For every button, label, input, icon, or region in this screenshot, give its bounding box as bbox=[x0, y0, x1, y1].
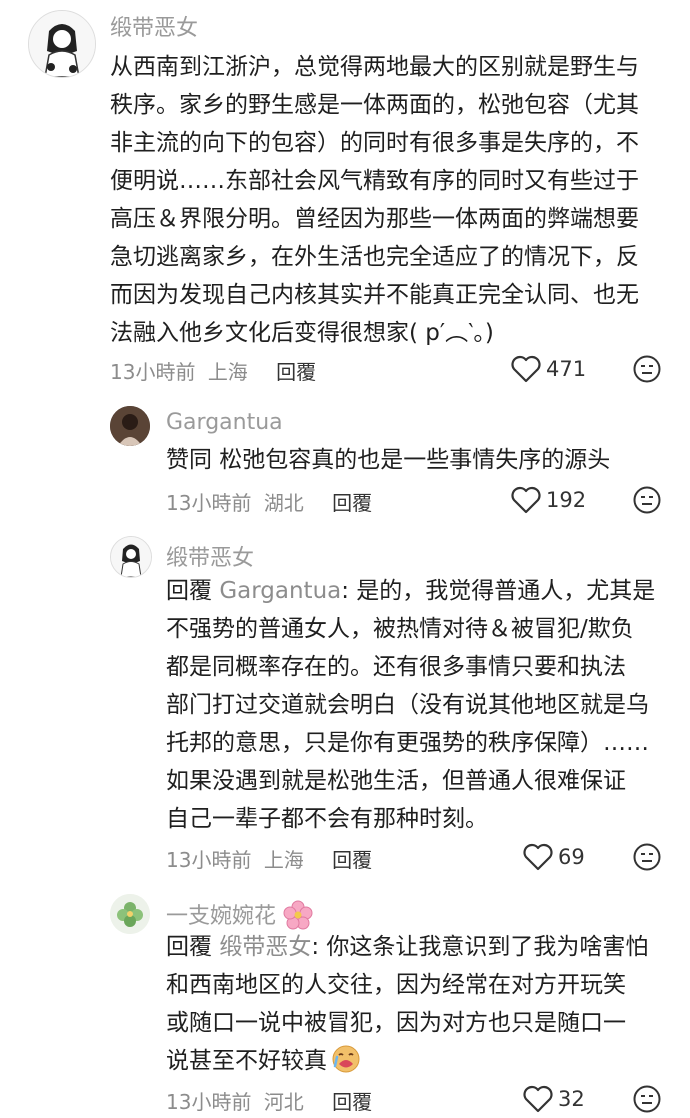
like-button[interactable]: 192 bbox=[510, 485, 586, 515]
location: 上海 bbox=[263, 848, 304, 872]
comment-line: 便明说……东部社会风气精致有序的同时又有些过于 bbox=[110, 168, 639, 194]
timestamp: 13小時前 bbox=[110, 360, 196, 384]
comment-line: 回覆 缎带恶女: 你这条让我意识到了我为啥害怕 bbox=[166, 928, 676, 966]
meh-face-icon bbox=[633, 355, 661, 383]
dislike-button[interactable] bbox=[632, 1084, 662, 1118]
comment-line: 或随口一说中被冒犯，因为对方也只是随口一 bbox=[166, 1010, 626, 1036]
timestamp: 13小時前 bbox=[166, 848, 252, 872]
comment-line: 急切逃离家乡，在外生活也完全适应了的情况下，反 bbox=[110, 244, 639, 270]
heart-icon bbox=[511, 486, 541, 514]
username[interactable]: 缎带恶女 bbox=[110, 10, 198, 42]
comment-line: 法融入他乡文化后变得很想家( p′︵‵。) bbox=[110, 320, 494, 346]
comment-line: 非主流的向下的包容）的同时有很多事是失序的，不 bbox=[110, 130, 639, 156]
like-count: 69 bbox=[558, 845, 585, 869]
avatar[interactable] bbox=[110, 406, 150, 446]
comment-line: 如果没遇到就是松弛生活，但普通人很难保证 bbox=[166, 768, 626, 794]
username[interactable]: 缎带恶女 bbox=[166, 540, 254, 572]
comment-meta: 13小時前 上海 回覆 bbox=[166, 844, 372, 873]
avatar-image bbox=[29, 11, 95, 77]
comment-line: 赞同 松弛包容真的也是一些事情失序的源头 bbox=[166, 447, 611, 473]
avatar[interactable] bbox=[28, 10, 96, 78]
avatar-image bbox=[110, 406, 150, 446]
avatar[interactable] bbox=[110, 536, 152, 578]
comment-text: 回覆 缎带恶女: 你这条让我意识到了我为啥害怕 和西南地区的人交往，因为经常在对… bbox=[166, 928, 676, 1080]
comment-line: 回覆 Gargantua: 是的，我觉得普通人，尤其是 bbox=[166, 572, 676, 610]
reply-prefix: 回覆 bbox=[166, 578, 212, 604]
reply-prefix: 回覆 bbox=[166, 934, 212, 960]
cherry-blossom-icon bbox=[283, 900, 313, 930]
location: 上海 bbox=[207, 360, 248, 384]
heart-icon bbox=[511, 355, 541, 383]
reply: Gargantua 赞同 松弛包容真的也是一些事情失序的源头 13小時前 湖北 … bbox=[0, 400, 690, 525]
comment-line: 都是同概率存在的。还有很多事情只要和执法 bbox=[166, 654, 626, 680]
dislike-button[interactable] bbox=[632, 842, 662, 876]
comment-line: 和西南地区的人交往，因为经常在对方开玩笑 bbox=[166, 972, 626, 998]
comment-text: 赞同 松弛包容真的也是一些事情失序的源头 bbox=[166, 441, 676, 479]
comment-line: 说甚至不好较真 bbox=[166, 1042, 676, 1080]
heart-icon bbox=[523, 1085, 553, 1113]
username-text: 一支婉婉花 bbox=[166, 904, 277, 929]
comment-line: 高压＆界限分明。曾经因为那些一体两面的弊端想要 bbox=[110, 206, 639, 232]
location: 湖北 bbox=[263, 491, 304, 515]
reply-button[interactable]: 回覆 bbox=[332, 848, 372, 872]
meh-face-icon bbox=[633, 486, 661, 514]
comment-line: 不强势的普通女人，被热情对待＆被冒犯/欺负 bbox=[166, 616, 634, 642]
reply: 一支婉婉花 回覆 缎带恶女: 你这条让我意识到了我为啥害怕 和西南地区的人交往，… bbox=[0, 888, 690, 1114]
comment-line: 部门打过交道就会明白（没有说其他地区就是乌 bbox=[166, 692, 649, 718]
like-button[interactable]: 32 bbox=[522, 1084, 585, 1114]
comment-line-text: : 是的，我觉得普通人，尤其是 bbox=[341, 578, 656, 604]
comment-meta: 13小時前 河北 回覆 bbox=[166, 1086, 372, 1115]
comment-meta: 13小時前 上海 回覆 bbox=[110, 356, 316, 385]
comment-text: 回覆 Gargantua: 是的，我觉得普通人，尤其是 不强势的普通女人，被热情… bbox=[166, 572, 676, 838]
dislike-button[interactable] bbox=[632, 485, 662, 519]
reply-button[interactable]: 回覆 bbox=[276, 360, 316, 384]
avatar[interactable] bbox=[110, 894, 150, 934]
location: 河北 bbox=[263, 1090, 304, 1114]
username[interactable]: Gargantua bbox=[166, 410, 283, 435]
crying-face-icon bbox=[332, 1045, 360, 1072]
like-button[interactable]: 69 bbox=[522, 842, 585, 872]
avatar-image bbox=[111, 537, 151, 577]
username[interactable]: 一支婉婉花 bbox=[166, 898, 313, 930]
meh-face-icon bbox=[633, 1085, 661, 1113]
mention-link[interactable]: 缎带恶女 bbox=[219, 934, 311, 960]
timestamp: 13小時前 bbox=[166, 1090, 252, 1114]
like-count: 192 bbox=[546, 488, 587, 512]
mention-link[interactable]: Gargantua bbox=[219, 578, 341, 604]
avatar-image bbox=[110, 894, 150, 934]
reply-button[interactable]: 回覆 bbox=[332, 491, 372, 515]
comment: 缎带恶女 从西南到江浙沪，总觉得两地最大的区别就是野生与 秩序。家乡的野生感是一… bbox=[0, 0, 690, 395]
comment-text: 从西南到江浙沪，总觉得两地最大的区别就是野生与 秩序。家乡的野生感是一体两面的，… bbox=[110, 48, 680, 352]
comment-meta: 13小時前 湖北 回覆 bbox=[166, 487, 372, 516]
timestamp: 13小時前 bbox=[166, 491, 252, 515]
comment-line: 秩序。家乡的野生感是一体两面的，松弛包容（尤其 bbox=[110, 92, 639, 118]
comment-line: 从西南到江浙沪，总觉得两地最大的区别就是野生与 bbox=[110, 54, 639, 80]
comment-line: 自己一辈子都不会有那种时刻。 bbox=[166, 806, 488, 832]
reply-button[interactable]: 回覆 bbox=[332, 1090, 372, 1114]
reply: 缎带恶女 回覆 Gargantua: 是的，我觉得普通人，尤其是 不强势的普通女… bbox=[0, 532, 690, 882]
like-button[interactable]: 471 bbox=[510, 354, 586, 384]
dislike-button[interactable] bbox=[632, 354, 662, 388]
like-count: 32 bbox=[558, 1087, 585, 1111]
comment-line-text: : 你这条让我意识到了我为啥害怕 bbox=[311, 934, 649, 960]
meh-face-icon bbox=[633, 843, 661, 871]
comment-line-text: 说甚至不好较真 bbox=[166, 1048, 327, 1074]
comment-line: 托邦的意思，只是你有更强势的秩序保障）…… bbox=[166, 730, 649, 756]
heart-icon bbox=[523, 843, 553, 871]
like-count: 471 bbox=[546, 357, 587, 381]
comment-line: 而因为发现自己内核其实并不能真正完全认同、也无 bbox=[110, 282, 639, 308]
